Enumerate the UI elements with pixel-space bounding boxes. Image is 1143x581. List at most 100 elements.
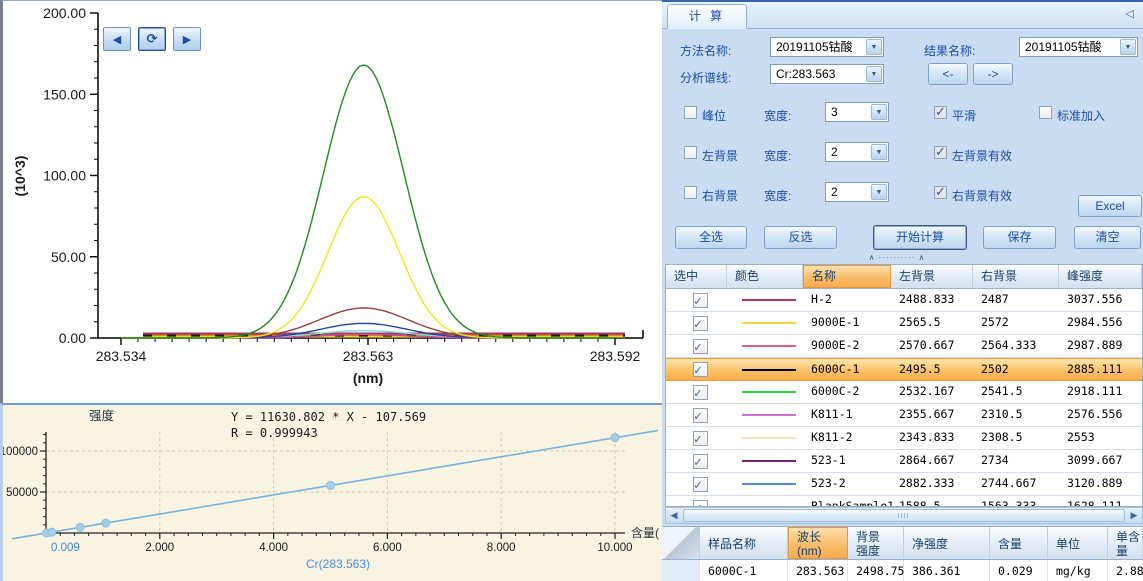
svg-text:150.00: 150.00	[43, 86, 86, 102]
prev-spectrum-button[interactable]: ◀	[103, 27, 131, 51]
table-cell: 523-2	[803, 473, 891, 495]
standard-addition-checkbox[interactable]	[1039, 106, 1052, 119]
column-header[interactable]: 选中	[666, 265, 727, 288]
column-header[interactable]: 波长 (nm)	[788, 527, 848, 559]
table-row[interactable]: 6000C-12495.525022885.111	[666, 358, 1142, 381]
table-cell: 2487	[973, 289, 1059, 311]
row-checkbox[interactable]	[693, 408, 708, 423]
scroll-left-icon[interactable]: ◀	[666, 508, 682, 523]
table-row[interactable]: 6000C-22532.1672541.52918.111	[666, 381, 1142, 404]
chevron-down-icon[interactable]: ▼	[866, 66, 882, 82]
column-header[interactable]: 峰强度	[1059, 265, 1142, 288]
series-color-swatch	[742, 345, 796, 347]
width-label: 宽度:	[764, 187, 791, 204]
left-bg-valid-label: 左背景有效	[952, 147, 1012, 164]
table-cell: K811-1	[803, 404, 891, 426]
column-header[interactable]: 右背景	[973, 265, 1059, 288]
row-checkbox[interactable]	[693, 477, 708, 492]
next-spectrum-button[interactable]: ▶	[173, 27, 201, 51]
right-bg-valid-checkbox[interactable]	[934, 186, 947, 199]
table-row[interactable]: 9000E-12565.525722984.556	[666, 312, 1142, 335]
row-checkbox[interactable]	[693, 431, 708, 446]
method-name-select[interactable]: 20191105钴酸 ▼	[770, 37, 884, 57]
left-bg-width-select[interactable]: 2 ▼	[825, 142, 889, 162]
thumb-grip	[898, 513, 910, 518]
series-color-swatch	[742, 414, 796, 416]
table-cell: 2570.667	[891, 335, 973, 357]
table-row[interactable]: K811-22343.8332308.52553	[666, 427, 1142, 450]
row-checkbox[interactable]	[693, 385, 708, 400]
chevron-down-icon[interactable]: ▼	[1120, 39, 1136, 55]
results-table-body: H-22488.83324873037.5569000E-12565.52572…	[666, 289, 1142, 507]
analysis-line-select[interactable]: Cr:283.563 ▼	[770, 64, 884, 84]
column-header[interactable]: 颜色	[727, 265, 803, 288]
column-header[interactable]: 样品名称	[700, 527, 788, 559]
table-cell: mg/kg	[1048, 560, 1108, 581]
peak-position-checkbox[interactable]	[684, 106, 697, 119]
result-name-select[interactable]: 20191105钴酸 ▼	[1019, 37, 1138, 57]
left-bg-valid-checkbox[interactable]	[934, 146, 947, 159]
column-header[interactable]: 单含量	[1108, 527, 1143, 559]
series-color-swatch	[742, 391, 796, 393]
chevron-down-icon[interactable]: ▼	[871, 184, 887, 200]
row-checkbox[interactable]	[693, 362, 708, 377]
right-background-checkbox[interactable]	[684, 186, 697, 199]
table-row[interactable]: 523-12864.66727343099.667	[666, 450, 1142, 473]
row-checkbox[interactable]	[693, 339, 708, 354]
column-header[interactable]: 名称	[803, 265, 891, 288]
table-cell: 9000E-1	[803, 312, 891, 334]
table-cell: H-2	[803, 289, 891, 311]
series-color-swatch	[742, 369, 796, 371]
table-hscrollbar[interactable]: ◀ ▶	[665, 507, 1143, 524]
chevron-down-icon[interactable]: ▼	[871, 104, 887, 120]
right-background-label: 右背景	[702, 187, 738, 204]
spectrum-chart: 0.0050.00100.00150.00200.00(10^3)283.534…	[3, 1, 662, 403]
table-cell: 3037.556	[1059, 289, 1142, 311]
result-name-label: 结果名称:	[924, 42, 975, 59]
table-row[interactable]: 523-22882.3332744.6673120.889	[666, 473, 1142, 496]
table-cell: 2987.889	[1059, 335, 1142, 357]
row-checkbox[interactable]	[693, 454, 708, 469]
save-button[interactable]: 保存	[983, 226, 1056, 249]
right-bg-width-select[interactable]: 2 ▼	[825, 182, 889, 202]
sample-table: 样品名称波长 (nm)背景 强度净强度含量单位单含量 6000C-1283.56…	[662, 526, 1143, 581]
column-header[interactable]: 单位	[1048, 527, 1108, 559]
table-splitter-handle[interactable]: ∧ ·········· ∧	[832, 254, 962, 262]
start-calculation-button[interactable]: 开始计算	[873, 225, 967, 250]
table-cell: 6000C-1	[803, 359, 891, 380]
row-checkbox[interactable]	[693, 316, 708, 331]
row-checkbox[interactable]	[693, 293, 708, 308]
table-cell: 2308.5	[973, 427, 1059, 449]
row-checkbox[interactable]	[693, 500, 708, 508]
peak-width-select[interactable]: 3 ▼	[825, 102, 889, 122]
left-background-checkbox[interactable]	[684, 146, 697, 159]
table-cell: 2864.667	[891, 450, 973, 472]
svg-text:强度: 强度	[89, 408, 115, 423]
series-color-swatch	[742, 460, 796, 462]
table-row[interactable]: 6000C-1283.5632498.75386.3610.029mg/kg2.…	[662, 560, 1143, 581]
tab-calculate[interactable]: 计 算	[667, 4, 747, 29]
chevron-down-icon[interactable]: ▼	[871, 144, 887, 160]
excel-export-button[interactable]: Excel	[1078, 195, 1142, 217]
results-table-header: 选中颜色名称左背景右背景峰强度	[666, 265, 1142, 289]
column-header[interactable]: 背景 强度	[848, 527, 904, 559]
table-row[interactable]: K811-12355.6672310.52576.556	[666, 404, 1142, 427]
smooth-checkbox[interactable]	[934, 106, 947, 119]
column-header[interactable]: 含量	[990, 527, 1048, 559]
scrollbar-thumb[interactable]	[683, 509, 1125, 522]
select-all-button[interactable]: 全选	[675, 226, 747, 249]
scroll-right-icon[interactable]: ▶	[1126, 508, 1142, 523]
table-row[interactable]: 9000E-22570.6672564.3332987.889	[666, 335, 1142, 358]
next-result-button[interactable]: ->	[973, 63, 1013, 85]
column-header[interactable]: 净强度	[904, 527, 990, 559]
clear-button[interactable]: 清空	[1074, 226, 1141, 249]
table-cell: 2734	[973, 450, 1059, 472]
table-row[interactable]: H-22488.83324873037.556	[666, 289, 1142, 312]
refresh-spectrum-button[interactable]: ⟳	[138, 27, 166, 51]
column-header[interactable]: 左背景	[891, 265, 973, 288]
table-row[interactable]: BlankSample11588.51563.3331628.111	[666, 496, 1142, 507]
chevron-down-icon[interactable]: ▼	[866, 39, 882, 55]
collapse-panel-icon[interactable]: ◁	[1126, 7, 1134, 20]
previous-result-button[interactable]: <-	[928, 63, 968, 85]
invert-selection-button[interactable]: 反选	[764, 226, 837, 249]
